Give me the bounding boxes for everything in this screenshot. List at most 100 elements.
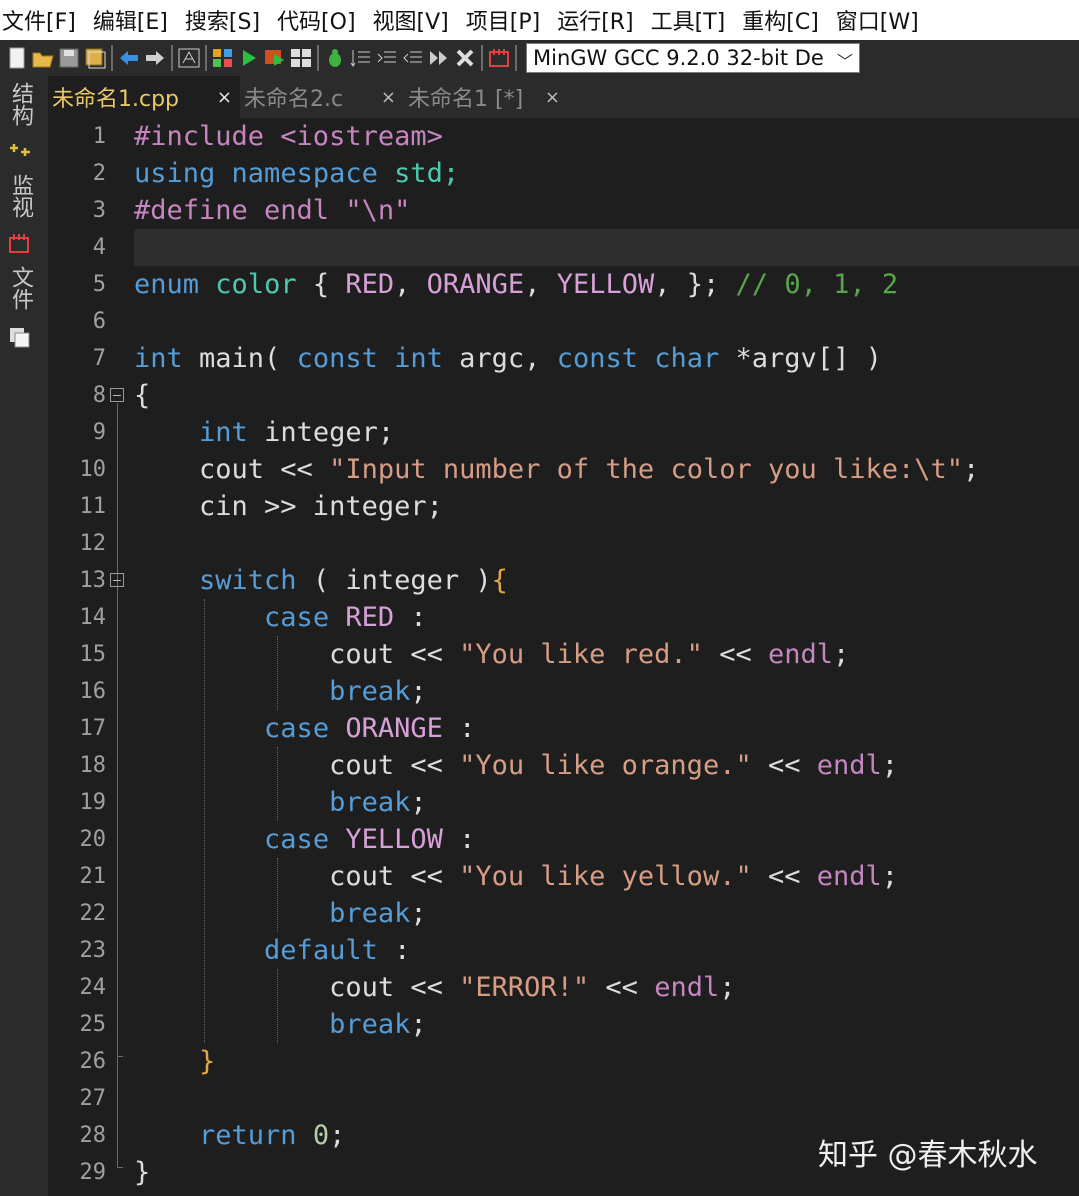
line-number: 8 [92, 383, 106, 408]
line-number: 20 [79, 827, 107, 852]
save-icon[interactable] [58, 46, 80, 70]
enum-value: ORANGE [426, 269, 525, 300]
line-number: 21 [79, 864, 107, 889]
code-text: *argv[] ) [719, 343, 882, 374]
chevron-down-icon: ﹀ [836, 52, 853, 71]
toolbar-separator [481, 45, 483, 71]
fold-toggle-main[interactable] [110, 388, 124, 402]
line-number: 18 [79, 753, 107, 778]
format-code-icon[interactable] [178, 46, 200, 70]
back-arrow-icon[interactable] [118, 46, 140, 70]
code-text: ; [410, 787, 427, 818]
fold-toggle-switch[interactable] [110, 573, 124, 587]
code-text: << [751, 750, 817, 781]
code-text: cout << [134, 750, 460, 781]
code-text: , }; [654, 269, 736, 300]
step-over-icon[interactable] [376, 46, 398, 70]
code-line-22: break; [134, 895, 1079, 932]
menu-tools[interactable]: 工具[T] [647, 4, 739, 36]
brace: } [199, 1046, 216, 1077]
open-folder-icon[interactable] [32, 46, 54, 70]
menu-edit[interactable]: 编辑[E] [89, 4, 181, 36]
keyword: using [134, 158, 216, 189]
code-text: ; [833, 639, 850, 670]
code-line-5: enum color { RED, ORANGE, YELLOW, }; // … [134, 266, 1079, 303]
menu-view[interactable]: 视图[V] [369, 4, 462, 36]
macro: endl [767, 639, 834, 670]
line-number: 9 [92, 420, 106, 445]
close-icon[interactable]: × [217, 87, 232, 108]
tab-file-1-modified[interactable]: 未命名1 [*] × [404, 76, 568, 118]
compile-icon[interactable] [212, 46, 234, 70]
toolbar-separator [111, 45, 113, 71]
code-editor[interactable]: 1 2 3 4 5 6 7 8 9 10 11 12 13 14 15 16 1… [48, 118, 1079, 1196]
code-text: cout << [134, 639, 460, 670]
keyword: int [134, 343, 183, 374]
menu-run[interactable]: 运行[R] [553, 4, 646, 36]
code-text: integer; [247, 417, 395, 448]
line-number: 23 [79, 938, 107, 963]
macro: endl [816, 861, 882, 892]
menu-file[interactable]: 文件[F] [0, 4, 89, 36]
compiler-select[interactable]: MinGW GCC 9.2.0 32-bit De ﹀ [526, 43, 860, 73]
stop-icon[interactable] [454, 46, 476, 70]
keyword: int [199, 417, 248, 448]
tab-label: 未命名1 [*] [408, 87, 524, 112]
toolbar-separator [171, 45, 173, 71]
close-icon[interactable]: × [381, 87, 396, 108]
keyword: case [264, 824, 330, 855]
code-line-21: cout << "You like yellow." << endl; [134, 858, 1079, 895]
toolbar-separator [515, 45, 517, 71]
string-literal: "You like orange." [459, 750, 752, 781]
code-line-19: break; [134, 784, 1079, 821]
forward-arrow-icon[interactable] [144, 46, 166, 70]
rebuild-icon[interactable] [290, 46, 312, 70]
code-line-8: { [134, 377, 1079, 414]
close-icon[interactable]: × [545, 87, 560, 108]
side-tab-files[interactable]: 文件 [6, 266, 36, 310]
menu-window[interactable]: 窗口[W] [832, 4, 932, 36]
step-into-icon[interactable] [350, 46, 372, 70]
line-number: 25 [79, 1012, 107, 1037]
compile-run-icon[interactable] [264, 46, 286, 70]
tab-label: 未命名2.c [244, 87, 344, 112]
menu-search[interactable]: 搜索[S] [181, 4, 273, 36]
compiler-select-value: MinGW GCC 9.2.0 32-bit De [533, 46, 824, 70]
continue-icon[interactable] [428, 46, 450, 70]
code-line-26: } [134, 1043, 1079, 1080]
run-icon[interactable] [238, 46, 260, 70]
side-tab-structure[interactable]: 结构 [6, 82, 36, 126]
step-out-icon[interactable] [402, 46, 424, 70]
menu-project[interactable]: 项目[P] [462, 4, 553, 36]
keyword: break [329, 676, 411, 707]
new-file-icon[interactable] [6, 46, 28, 70]
code-line-15: cout << "You like red." << endl; [134, 636, 1079, 673]
side-tab-watch[interactable]: 监视 [6, 174, 36, 218]
line-number: 24 [79, 975, 107, 1000]
string-literal: "Input number of the color you like:\t" [329, 454, 964, 485]
tab-file-1-cpp[interactable]: 未命名1.cpp × [48, 76, 240, 118]
debug-bug-icon[interactable] [324, 46, 346, 70]
brace: { [491, 565, 508, 596]
tab-file-2-c[interactable]: 未命名2.c × [240, 76, 404, 118]
keyword: break [329, 1009, 411, 1040]
code-area[interactable]: #include <iostream> using namespace std;… [134, 118, 1079, 1196]
code-text: ; [719, 972, 736, 1003]
profile-icon[interactable] [488, 46, 510, 70]
menu-refactor[interactable]: 重构[C] [738, 4, 832, 36]
keyword: int [394, 343, 443, 374]
code-line-13: switch ( integer ){ [134, 562, 1079, 599]
line-number: 4 [92, 235, 106, 260]
keyword: char [654, 343, 720, 374]
menu-code[interactable]: 代码[O] [273, 4, 368, 36]
save-all-icon[interactable] [84, 46, 106, 70]
toolbar: MinGW GCC 9.2.0 32-bit De ﹀ [0, 40, 1079, 76]
tab-label: 未命名1.cpp [52, 87, 180, 112]
